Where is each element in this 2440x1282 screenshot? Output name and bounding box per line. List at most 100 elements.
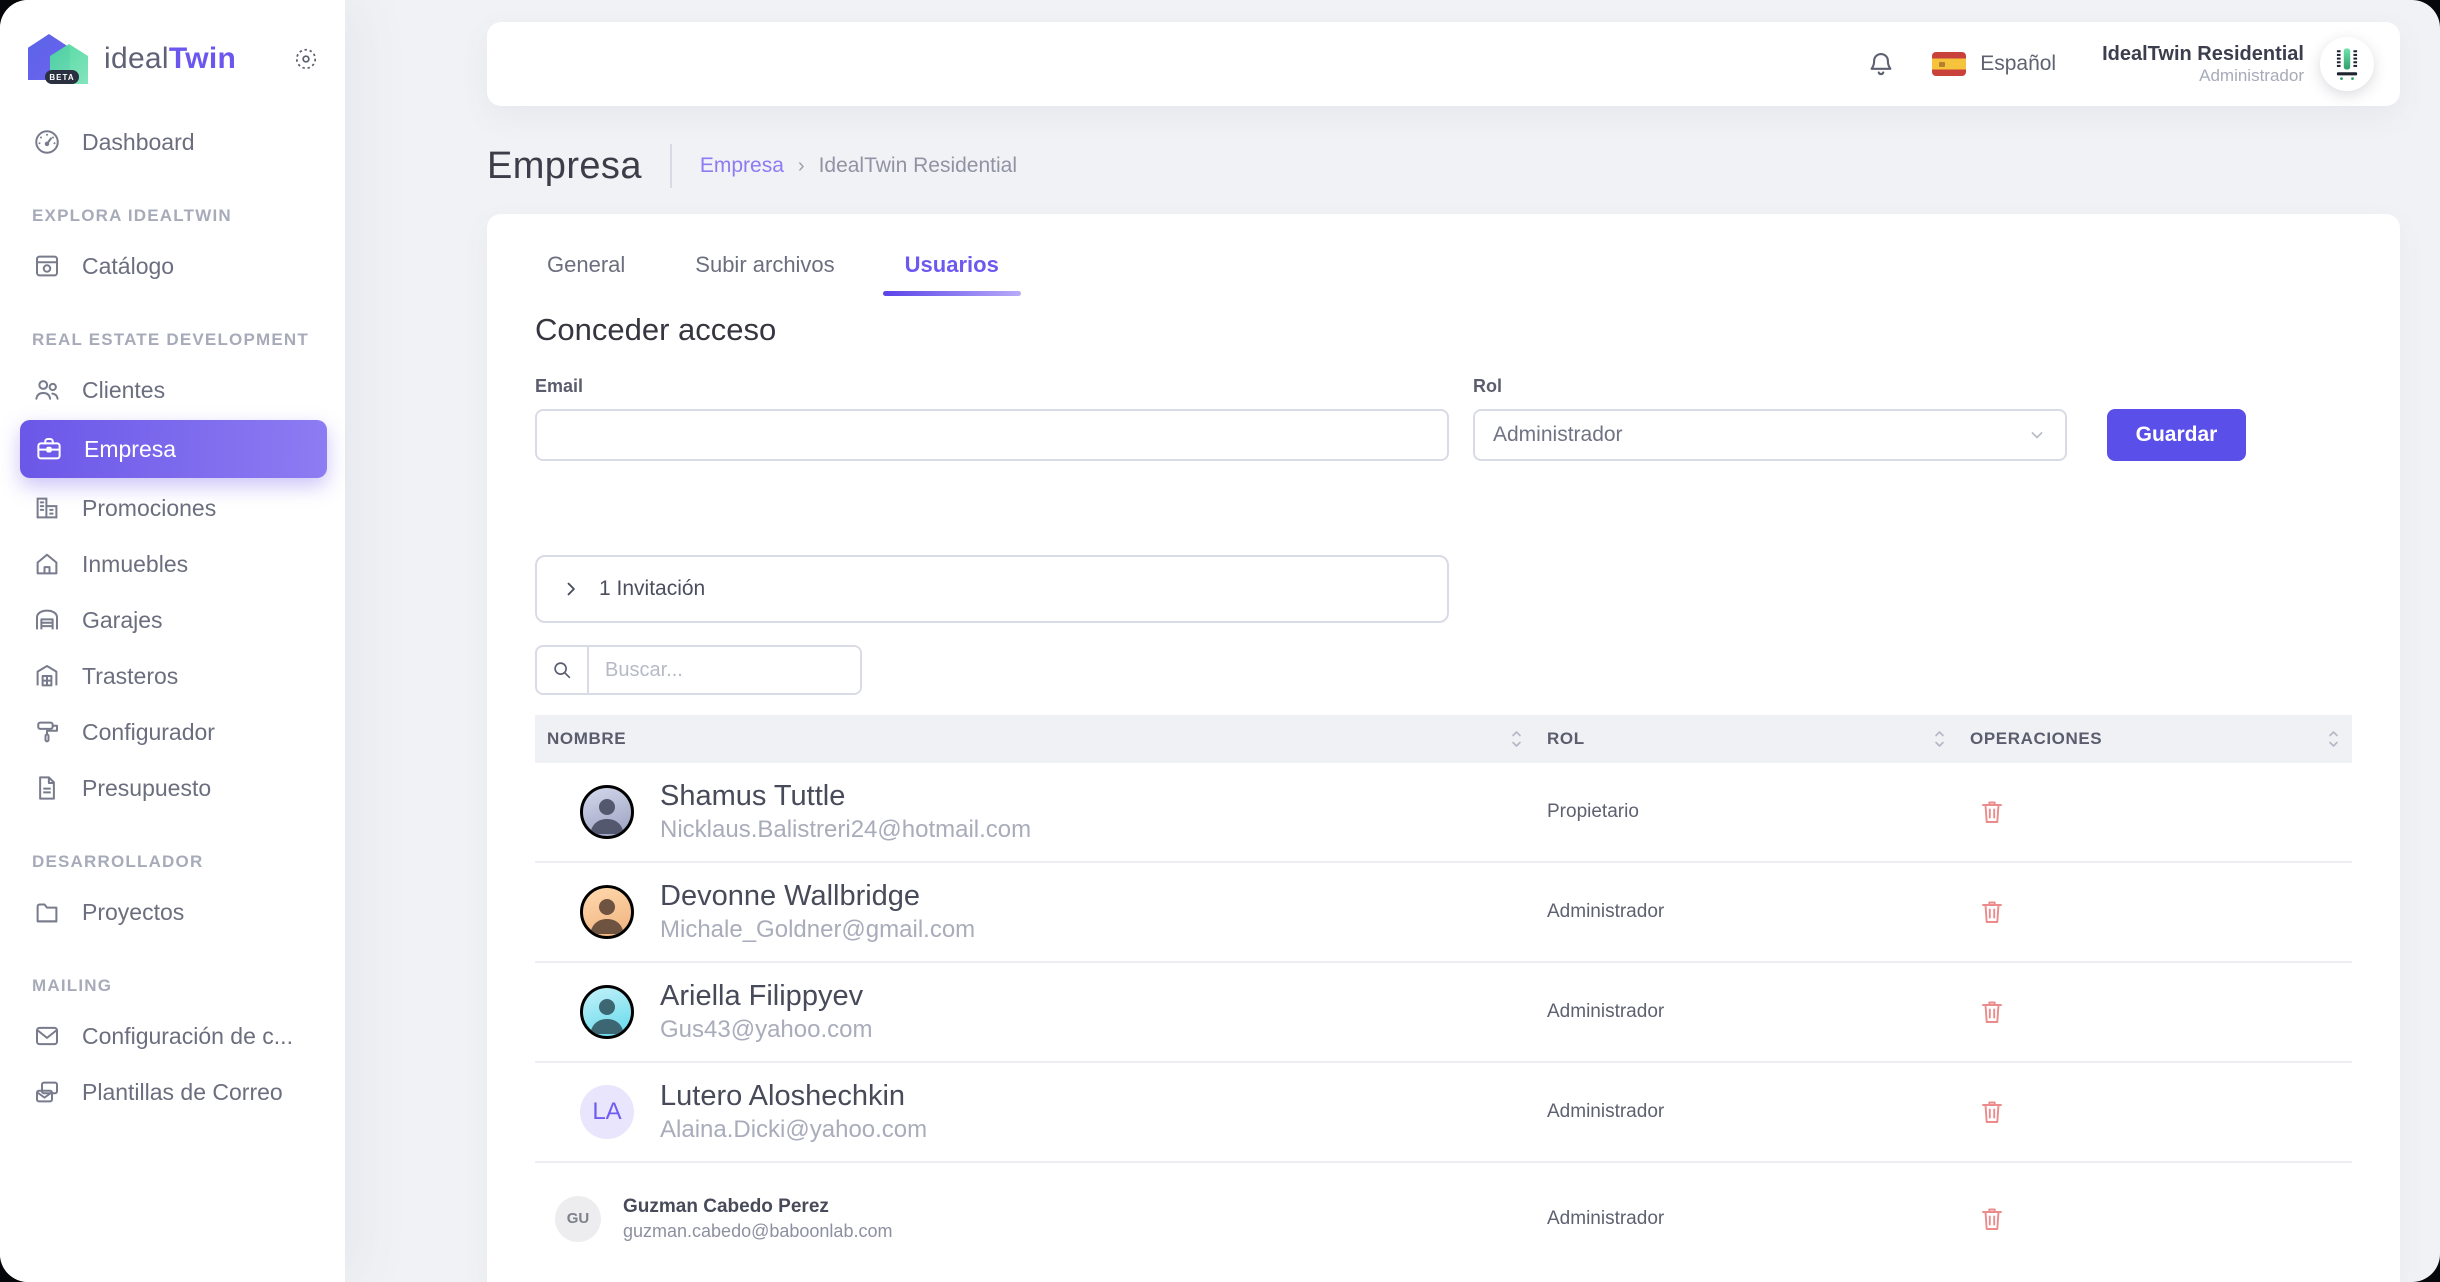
- page-title: Empresa: [487, 145, 642, 188]
- sidebar-item-label: Dashboard: [82, 129, 195, 156]
- invitations-expander[interactable]: 1 Invitación: [535, 555, 1449, 623]
- sidebar-item-label: Proyectos: [82, 899, 184, 926]
- sidebar-item-configurador[interactable]: Configurador: [0, 704, 345, 760]
- tab-usuarios[interactable]: Usuarios: [893, 244, 1011, 296]
- user-name: Shamus Tuttle: [660, 780, 1031, 812]
- user-role: Administrador: [1535, 1001, 1958, 1023]
- breadcrumb-link-empresa[interactable]: Empresa: [700, 154, 784, 178]
- breadcrumb-current: IdealTwin Residential: [819, 154, 1017, 178]
- sidebar-item-inmuebles[interactable]: Inmuebles: [0, 536, 345, 592]
- main-area: Español IdealTwin Residential Administra…: [345, 0, 2440, 1282]
- invitations-label: 1 Invitación: [599, 577, 705, 601]
- column-header-nombre[interactable]: NOMBRE: [535, 728, 1535, 750]
- brand-logo-icon: BETA: [28, 30, 92, 88]
- sidebar-item-plantillas-correo[interactable]: Plantillas de Correo: [0, 1064, 345, 1120]
- briefcase-icon: [34, 434, 64, 464]
- sidebar-item-configuracion-correo[interactable]: Configuración de c...: [0, 1008, 345, 1064]
- avatar: [580, 785, 634, 839]
- table-row: Devonne Wallbridge Michale_Goldner@gmail…: [535, 863, 2352, 963]
- document-icon: [32, 773, 62, 803]
- catalog-icon: [32, 251, 62, 281]
- grant-access-heading: Conceder acceso: [535, 312, 2352, 348]
- sidebar-item-presupuesto[interactable]: Presupuesto: [0, 760, 345, 816]
- notifications-bell-icon[interactable]: [1866, 49, 1896, 79]
- garage-icon: [32, 605, 62, 635]
- search-input[interactable]: [589, 647, 862, 693]
- delete-user-button[interactable]: [1976, 1201, 2008, 1237]
- user-role: Administrador: [1535, 901, 1958, 923]
- rol-select[interactable]: Administrador: [1473, 409, 2067, 461]
- sidebar-item-label: Trasteros: [82, 663, 178, 690]
- delete-user-button[interactable]: [1976, 994, 2008, 1030]
- sidebar-item-trasteros[interactable]: Trasteros: [0, 648, 345, 704]
- table-row: LA Lutero Aloshechkin Alaina.Dicki@yahoo…: [535, 1063, 2352, 1163]
- sort-icon: [1933, 728, 1946, 750]
- paint-roller-icon: [32, 717, 62, 747]
- app-window: BETA idealTwin Dashboard EXPLORA IDEALTW…: [0, 0, 2440, 1282]
- table-row: GU Guzman Cabedo Perez guzman.cabedo@bab…: [535, 1163, 2352, 1275]
- account-name: IdealTwin Residential: [2102, 42, 2304, 66]
- tab-general[interactable]: General: [535, 244, 637, 296]
- avatar-initials: GU: [567, 1210, 590, 1227]
- user-role: Administrador: [1535, 1101, 1958, 1123]
- tab-subir-archivos[interactable]: Subir archivos: [683, 244, 846, 296]
- sidebar-nav: Dashboard EXPLORA IDEALTWIN Catálogo REA…: [0, 114, 345, 1120]
- sidebar-item-dashboard[interactable]: Dashboard: [0, 114, 345, 170]
- tab-bar: General Subir archivos Usuarios: [535, 244, 2352, 296]
- user-email: Michale_Goldner@gmail.com: [660, 916, 975, 944]
- title-divider: [670, 144, 672, 188]
- user-email: guzman.cabedo@baboonlab.com: [623, 1221, 892, 1242]
- envelope-icon: [32, 1021, 62, 1051]
- sidebar-item-promociones[interactable]: Promociones: [0, 480, 345, 536]
- user-email: Alaina.Dicki@yahoo.com: [660, 1116, 927, 1144]
- breadcrumb-separator: ›: [798, 155, 805, 178]
- storage-icon: [32, 661, 62, 691]
- table-row: Ariella Filippyev Gus43@yahoo.com Admini…: [535, 963, 2352, 1063]
- email-field[interactable]: [535, 409, 1449, 461]
- user-email: Gus43@yahoo.com: [660, 1016, 872, 1044]
- account-avatar[interactable]: [2320, 37, 2374, 91]
- sidebar-item-proyectos[interactable]: Proyectos: [0, 884, 345, 940]
- sidebar-item-empresa[interactable]: Empresa: [20, 420, 327, 478]
- brand-logo-text: idealTwin: [104, 42, 236, 76]
- user-name: Ariella Filippyev: [660, 980, 872, 1012]
- sort-icon: [1510, 728, 1523, 750]
- sidebar-item-catalogo[interactable]: Catálogo: [0, 238, 345, 294]
- sidebar-item-label: Catálogo: [82, 253, 174, 280]
- save-button[interactable]: Guardar: [2107, 409, 2246, 461]
- chevron-down-icon: [2027, 425, 2047, 445]
- active-tab-underline: [883, 291, 1021, 296]
- column-header-rol[interactable]: ROL: [1535, 728, 1958, 750]
- sidebar-section-desarrollador: DESARROLLADOR: [32, 852, 345, 872]
- sidebar-item-label: Garajes: [82, 607, 163, 634]
- table-header: NOMBRE ROL OPERACIONES: [535, 715, 2352, 763]
- delete-user-button[interactable]: [1976, 794, 2008, 830]
- delete-user-button[interactable]: [1976, 894, 2008, 930]
- user-name: Guzman Cabedo Perez: [623, 1196, 892, 1217]
- chevron-right-icon: [561, 579, 581, 599]
- buildings-icon: [32, 493, 62, 523]
- brand-logo[interactable]: BETA idealTwin: [0, 26, 345, 92]
- account-menu[interactable]: IdealTwin Residential Administrador: [2102, 42, 2304, 86]
- rol-label: Rol: [1473, 376, 2067, 397]
- avatar-initials: LA: [592, 1098, 621, 1126]
- delete-user-button[interactable]: [1976, 1094, 2008, 1130]
- sidebar-item-garajes[interactable]: Garajes: [0, 592, 345, 648]
- sidebar-item-label: Configurador: [82, 719, 215, 746]
- mail-templates-icon: [32, 1077, 62, 1107]
- rol-select-value: Administrador: [1493, 423, 1623, 447]
- spain-flag-icon: [1932, 52, 1966, 76]
- sidebar-item-clientes[interactable]: Clientes: [0, 362, 345, 418]
- language-selector[interactable]: Español: [1932, 52, 2056, 76]
- column-header-operaciones[interactable]: OPERACIONES: [1958, 728, 2352, 750]
- users-table: NOMBRE ROL OPERACIONES: [535, 715, 2352, 1275]
- sidebar-item-label: Plantillas de Correo: [82, 1079, 283, 1106]
- sidebar-item-label: Clientes: [82, 377, 165, 404]
- user-email: Nicklaus.Balistreri24@hotmail.com: [660, 816, 1031, 844]
- sidebar-item-label: Empresa: [84, 436, 176, 463]
- sidebar-item-label: Promociones: [82, 495, 216, 522]
- email-label: Email: [535, 376, 1449, 397]
- sidebar-section-mailing: MAILING: [32, 976, 345, 996]
- sidebar-settings-icon[interactable]: [293, 46, 319, 72]
- content-card: General Subir archivos Usuarios Conceder…: [487, 214, 2400, 1282]
